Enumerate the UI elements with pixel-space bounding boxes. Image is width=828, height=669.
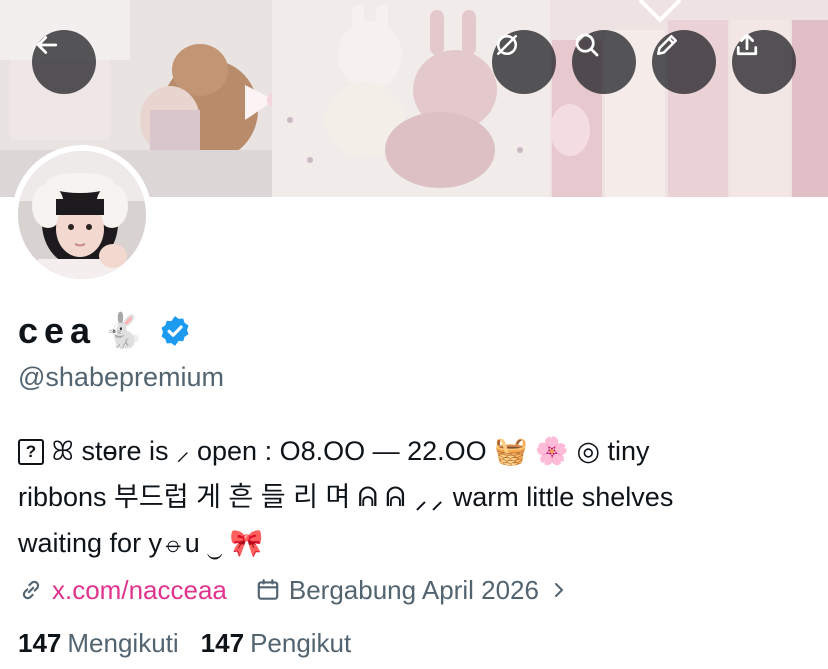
search-icon (575, 33, 599, 57)
display-name: cea (18, 310, 97, 351)
verified-badge-icon[interactable] (158, 314, 192, 348)
name-row: cea 🐇 (18, 304, 192, 358)
following-label: Mengikuti (67, 628, 179, 658)
following-stat[interactable]: 147 Mengikuti (18, 628, 179, 659)
link-icon (22, 580, 40, 600)
avatar[interactable] (18, 151, 146, 279)
avatar-image (18, 151, 146, 279)
joined-date[interactable]: Bergabung April 2026 (289, 575, 539, 606)
avatar-container[interactable] (12, 145, 152, 285)
followers-stat[interactable]: 147 Pengikut (201, 628, 352, 659)
bio-line-2: ribbons 부드럽 게 흔 들 리 며 ᕱ ᕱ ⸝⸝ warm little… (18, 482, 674, 512)
back-button[interactable] (32, 30, 96, 94)
pencil-icon (657, 35, 677, 55)
bio-line-3: waiting for y⦵u ⏝ 🎀 (18, 528, 264, 558)
blossom-emoji: 🌸 (535, 436, 569, 467)
follow-stats: 147 Mengikuti 147 Pengikut (18, 628, 351, 659)
following-count: 147 (18, 628, 62, 658)
unknown-glyph-icon: ? (18, 439, 44, 465)
arrow-left-icon (36, 36, 58, 54)
grok-button[interactable] (492, 30, 556, 94)
rabbit-emoji: 🐇 (102, 311, 145, 351)
profile-link[interactable]: x.com/nacceaa (52, 575, 227, 606)
share-button[interactable] (732, 30, 796, 94)
handle: @shabepremium (18, 362, 224, 392)
chevron-right-icon[interactable] (549, 578, 569, 602)
share-icon (736, 33, 758, 56)
profile-meta: x.com/nacceaa Bergabung April 2026 (18, 570, 569, 610)
bio-text-1: ꕤ stɵre is ⸝ open : O8.OO — 22.OO (51, 436, 487, 466)
grok-icon (497, 35, 517, 55)
search-button[interactable] (572, 30, 636, 94)
calendar-icon (257, 579, 279, 600)
edit-button[interactable] (652, 30, 716, 94)
followers-label: Pengikut (250, 628, 352, 658)
followers-count: 147 (200, 628, 245, 658)
bio-line-1: ? ꕤ stɵre is ⸝ open : O8.OO — 22.OO 🧺 🌸 … (18, 428, 818, 474)
basket-emoji: 🧺 (494, 436, 528, 467)
bio: ? ꕤ stɵre is ⸝ open : O8.OO — 22.OO 🧺 🌸 … (18, 428, 818, 566)
ring-symbol: ◎ (576, 436, 600, 466)
bio-tiny: tiny (607, 436, 650, 466)
